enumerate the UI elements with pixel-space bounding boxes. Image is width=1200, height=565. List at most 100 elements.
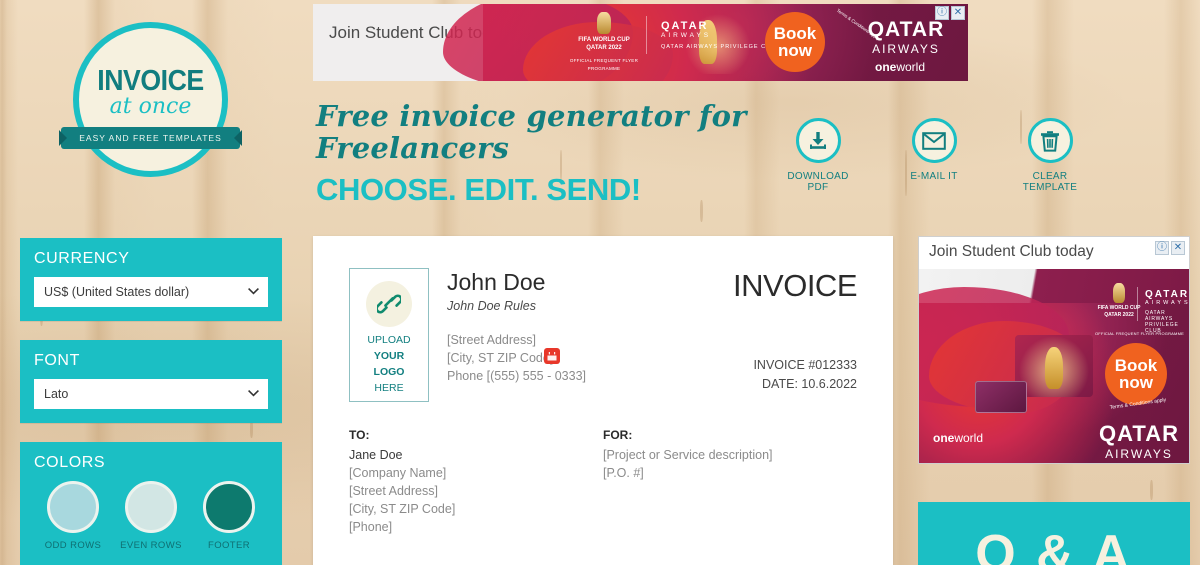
download-button-circle[interactable] <box>795 118 841 163</box>
currency-panel-title: CURRENCY <box>34 250 130 267</box>
side-ad-artwork: FIFA WORLD CUP QATAR 2022 QATAR AIRWAYS … <box>919 269 1189 463</box>
settings-sidebar: CURRENCY US$ (United States dollar) FONT… <box>20 238 282 565</box>
invoice-sender-block: John Doe John Doe Rules [Street Address]… <box>447 268 627 402</box>
email-it-button[interactable]: E-MAIL IT <box>894 118 974 193</box>
side-ad-alliance-rest: world <box>954 431 984 445</box>
sender-city[interactable]: [City, ST ZIP Code] <box>447 349 627 367</box>
download-pdf-label: DOWNLOAD PDF <box>787 171 849 193</box>
odd-rows-label: ODD ROWS <box>44 540 102 551</box>
side-ad-brand-sub: AIRWAYS <box>1105 447 1173 461</box>
side-ad-privilege-brand: QATAR <box>1145 289 1190 300</box>
sender-street[interactable]: [Street Address] <box>447 331 627 349</box>
headline-subtitle: CHOOSE. EDIT. SEND! <box>316 172 641 207</box>
qa-section-title: Q & A <box>975 525 1133 565</box>
upload-line-2: YOUR <box>373 350 405 362</box>
color-picker-even-rows[interactable]: EVEN ROWS <box>114 481 188 553</box>
upload-logo-dropzone[interactable]: UPLOAD YOUR LOGO HERE <box>349 268 429 402</box>
top-ad-alliance-bold: one <box>875 60 897 74</box>
top-ad-artwork: FIFA WORLD CUP QATAR 2022 OFFICIAL FREQU… <box>443 4 968 81</box>
color-picker-odd-rows[interactable]: ODD ROWS <box>36 481 110 553</box>
site-logo[interactable]: INVOICE at once EASY AND FREE TEMPLATES <box>59 22 242 177</box>
top-ad-worldcup-text: FIFA WORLD CUP QATAR 2022 <box>578 37 630 51</box>
upload-line-1: UPLOAD <box>367 334 411 346</box>
invoice-title: INVOICE <box>733 268 857 303</box>
for-description[interactable]: [Project or Service description] <box>603 446 857 464</box>
invoice-to-block: TO: Jane Doe [Company Name] [Street Addr… <box>349 428 603 536</box>
action-buttons: DOWNLOAD PDF E-MAIL IT CLEAR TEMPLATE <box>778 118 1090 193</box>
link-chain-icon <box>377 294 401 314</box>
for-heading: FOR: <box>603 428 633 442</box>
close-icon[interactable]: ✕ <box>951 6 965 20</box>
to-heading: TO: <box>349 428 370 442</box>
close-icon[interactable]: ✕ <box>1171 241 1185 255</box>
invoice-meta-block: INVOICE INVOICE #012333 DATE: 10.6.2022 <box>544 268 858 402</box>
upload-line-3: LOGO <box>373 366 405 378</box>
adchoices-info-icon[interactable]: ⓘ <box>935 6 949 20</box>
top-ad-alliance-rest: world <box>896 60 926 74</box>
side-ad-cta-line-1: Book <box>1114 356 1158 375</box>
to-phone[interactable]: [Phone] <box>349 518 603 536</box>
even-rows-label: EVEN ROWS <box>120 540 182 551</box>
invoice-preview-card: UPLOAD YOUR LOGO HERE John Doe John Doe … <box>313 236 893 565</box>
top-ad-privilege-brand-sub: AIRWAYS <box>661 32 712 39</box>
currency-panel: CURRENCY US$ (United States dollar) <box>20 238 282 321</box>
top-ad-cta-line-1: Book <box>773 24 817 43</box>
sender-name[interactable]: John Doe <box>447 268 627 296</box>
clear-button-circle[interactable] <box>1027 118 1073 163</box>
adchoices-info-icon[interactable]: ⓘ <box>1155 241 1169 255</box>
side-ad-brand: QATAR <box>1099 421 1179 446</box>
for-po[interactable]: [P.O. #] <box>603 464 857 482</box>
upload-line-4: HERE <box>374 382 404 394</box>
side-ad-book-now-button[interactable]: Book now <box>1105 343 1167 405</box>
font-panel-title: FONT <box>34 352 80 369</box>
side-ad-frequent-flyer-text: OFFICIAL FREQUENT FLYER PROGRAMME <box>1095 331 1184 336</box>
page-headline: Free invoice generator for Freelancers C… <box>316 100 836 208</box>
clear-template-button[interactable]: CLEAR TEMPLATE <box>1010 118 1090 193</box>
side-ad-cta-line-2: now <box>1119 373 1153 392</box>
invoice-number[interactable]: INVOICE #012333 <box>627 356 857 375</box>
font-select[interactable]: Lato <box>34 379 268 409</box>
logo-ribbon: EASY AND FREE TEMPLATES <box>59 127 242 149</box>
download-pdf-button[interactable]: DOWNLOAD PDF <box>778 118 858 193</box>
to-name[interactable]: Jane Doe <box>349 446 603 464</box>
envelope-icon <box>922 131 946 150</box>
email-button-circle[interactable] <box>911 118 957 163</box>
top-ad-brand: QATAR <box>867 18 945 41</box>
qa-section-panel: Q & A <box>918 502 1190 565</box>
currency-select[interactable]: US$ (United States dollar) <box>34 277 268 307</box>
headline-line-1: Free invoice generator for <box>316 99 747 133</box>
trash-icon <box>1041 130 1059 152</box>
headline-line-2: Freelancers <box>316 131 510 165</box>
sender-tagline[interactable]: John Doe Rules <box>447 299 627 313</box>
to-street[interactable]: [Street Address] <box>349 482 603 500</box>
top-ad-privilege-club: QATAR AIRWAYS PRIVILEGE CLUB <box>661 44 780 50</box>
logo-script: at once <box>109 94 192 119</box>
colors-panel-title: COLORS <box>34 454 106 471</box>
download-icon <box>810 131 826 149</box>
to-company[interactable]: [Company Name] <box>349 464 603 482</box>
top-ad-cta-line-2: now <box>778 41 812 60</box>
colors-panel: COLORS ODD ROWS EVEN ROWS FOOTER <box>20 442 282 565</box>
calendar-icon[interactable] <box>544 348 560 364</box>
invoice-date[interactable]: DATE: 10.6.2022 <box>627 375 857 394</box>
top-ad-brand-sub: AIRWAYS <box>872 42 940 56</box>
side-ad-alliance-bold: one <box>933 431 955 445</box>
side-rectangle-ad[interactable]: Join Student Club today FIFA WORLD CUP Q… <box>918 236 1190 464</box>
invoice-for-block: FOR: [Project or Service description] [P… <box>603 428 857 536</box>
calendar-glyph-icon <box>547 351 557 360</box>
even-rows-swatch[interactable] <box>125 481 177 533</box>
top-banner-ad[interactable]: Join Student Club today FIFA WORLD CUP Q… <box>313 4 968 81</box>
side-ad-headline: Join Student Club today <box>929 243 1094 260</box>
upload-icon-bubble <box>366 281 412 327</box>
footer-swatch[interactable] <box>203 481 255 533</box>
font-panel: FONT Lato <box>20 340 282 423</box>
top-ad-privilege-brand: QATAR <box>661 20 709 32</box>
email-it-label: E-MAIL IT <box>910 171 958 182</box>
clear-template-label: CLEAR TEMPLATE <box>1022 171 1078 193</box>
color-picker-footer[interactable]: FOOTER <box>192 481 266 553</box>
side-ad-worldcup-text: FIFA WORLD CUP QATAR 2022 <box>1097 305 1141 318</box>
top-ad-frequent-flyer-text: OFFICIAL FREQUENT FLYER PROGRAMME <box>569 58 639 71</box>
to-city[interactable]: [City, ST ZIP Code] <box>349 500 603 518</box>
odd-rows-swatch[interactable] <box>47 481 99 533</box>
sender-phone[interactable]: Phone [(555) 555 - 0333] <box>447 367 627 385</box>
